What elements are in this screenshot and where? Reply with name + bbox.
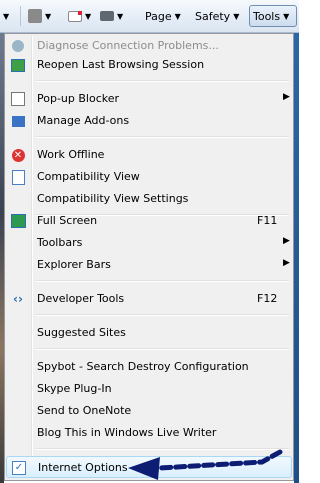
annotation-arrow	[128, 449, 283, 480]
arrow-shaft	[157, 449, 283, 471]
arrow-head-icon	[128, 457, 160, 480]
